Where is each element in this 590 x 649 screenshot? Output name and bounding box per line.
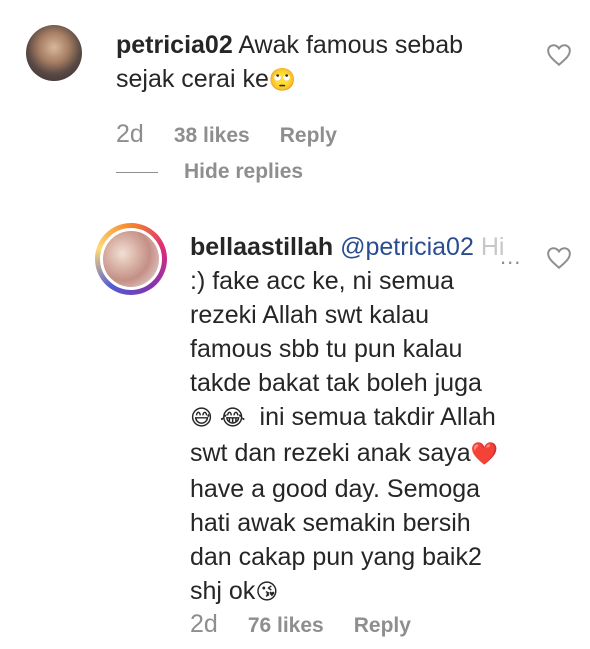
- face-blowing-kiss-emoji: 😘: [255, 580, 279, 605]
- avatar-petricia02[interactable]: [26, 25, 82, 81]
- comment-likes[interactable]: 38 likes: [174, 124, 250, 148]
- reply-mention[interactable]: @petricia02: [340, 233, 474, 261]
- like-heart-icon[interactable]: [546, 246, 572, 270]
- reply-line4: takde bakat tak boleh juga: [190, 369, 482, 397]
- face-with-rolling-eyes-emoji: 🙄: [268, 68, 297, 93]
- comment-text-line1: Awak famous sebab: [238, 31, 463, 59]
- avatar-bellaastillah[interactable]: [100, 228, 162, 290]
- reply-line3: famous sbb tu pun kalau: [190, 335, 463, 363]
- reply-line2: rezeki Allah swt kalau: [190, 301, 430, 329]
- hide-replies-label[interactable]: Hide replies: [184, 160, 303, 184]
- comment-meta: 2d 38 likes Reply: [116, 120, 337, 149]
- like-heart-icon[interactable]: [546, 43, 572, 67]
- red-heart-emoji: ❤️: [470, 442, 499, 467]
- comment-reply-button[interactable]: Reply: [280, 124, 337, 148]
- comment-username[interactable]: petricia02: [116, 31, 233, 59]
- reply-meta: 2d 76 likes Reply: [190, 610, 411, 639]
- comment-text-line2: sejak cerai ke: [116, 65, 269, 93]
- comment-time: 2d: [116, 120, 144, 148]
- reply-line8: hati awak semakin bersih: [190, 509, 471, 537]
- reply-line10: shj ok: [190, 577, 256, 605]
- hide-replies-toggle[interactable]: Hide replies: [116, 160, 303, 184]
- sweat-smile-emoji: 😅: [190, 406, 213, 431]
- reply-line7: have a good day. Semoga: [190, 475, 481, 503]
- reply-line6: swt dan rezeki anak saya: [190, 439, 471, 467]
- reply-likes[interactable]: 76 likes: [248, 614, 324, 638]
- reply-line5: ini semua takdir Allah: [259, 403, 496, 431]
- reply-line9: dan cakap pun yang baik2: [190, 543, 482, 571]
- tears-of-joy-emoji: 😂: [219, 406, 246, 431]
- reply-reply-button[interactable]: Reply: [354, 614, 411, 638]
- comment-body: petricia02 Awak famous sebab sejak cerai…: [116, 28, 463, 98]
- replies-divider: [116, 171, 158, 173]
- reply-time: 2d: [190, 610, 218, 638]
- reply-line1: :) fake acc ke, ni semua: [190, 267, 455, 295]
- reply-username[interactable]: bellaastillah: [190, 233, 333, 261]
- more-options-icon[interactable]: ...: [500, 244, 521, 270]
- reply-body: bellaastillah @petricia02 Hi :) fake acc…: [190, 230, 510, 610]
